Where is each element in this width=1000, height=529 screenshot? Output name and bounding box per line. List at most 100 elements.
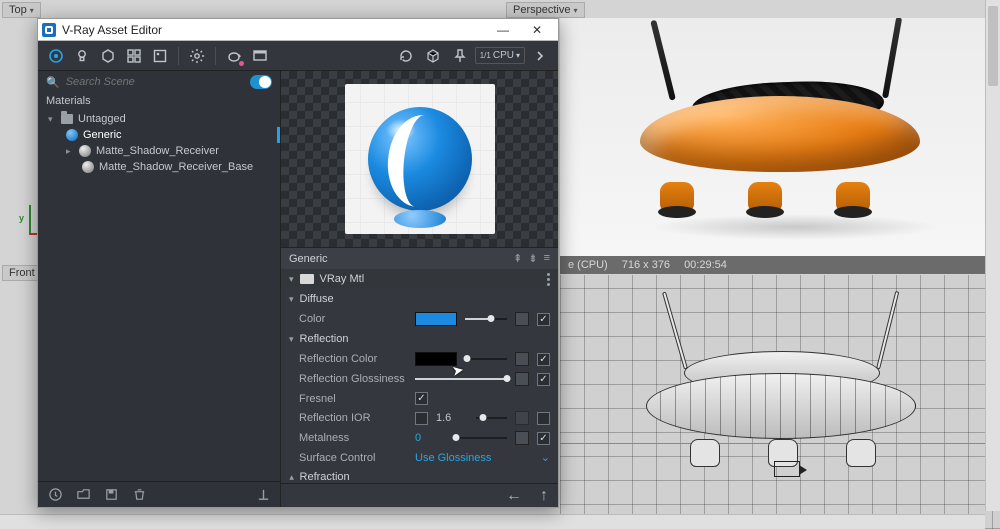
viewport-label-perspective[interactable]: Perspective ▾ — [506, 2, 585, 18]
preset-menu-icon[interactable]: ≡ — [544, 252, 550, 265]
search-input[interactable] — [66, 76, 244, 88]
param-enable-checkbox[interactable]: ✓ — [537, 353, 550, 366]
param-enable-checkbox[interactable]: ✓ — [537, 432, 550, 445]
frame-buffer-icon[interactable] — [248, 44, 272, 68]
material-item-generic[interactable]: Generic — [38, 127, 280, 143]
group-title: Reflection — [300, 333, 349, 345]
settings-icon[interactable] — [185, 44, 209, 68]
param-label: Metalness — [299, 432, 407, 444]
param-label: Fresnel — [299, 393, 407, 405]
minimize-button[interactable]: — — [486, 19, 520, 41]
perspective-viewport[interactable] — [560, 18, 1000, 256]
texture-map-button[interactable] — [515, 411, 529, 425]
slider-diffuse[interactable] — [465, 312, 507, 326]
surface-control-dropdown[interactable]: Use Glossiness — [415, 452, 491, 464]
tree-folder-untagged[interactable]: ▾ Untagged — [38, 111, 280, 127]
tree-footer — [38, 481, 280, 507]
viewport-top-text: Top — [9, 4, 27, 16]
slider-ior[interactable] — [476, 411, 507, 425]
delete-icon[interactable] — [130, 486, 148, 504]
param-enable-checkbox[interactable] — [537, 412, 550, 425]
material-item-matte-shadow[interactable]: ▸ Matte_Shadow_Receiver — [38, 143, 280, 159]
texture-map-button[interactable] — [515, 312, 529, 326]
textures-tab-icon[interactable] — [148, 44, 172, 68]
geometry-tab-icon[interactable] — [96, 44, 120, 68]
ior-lock-checkbox[interactable] — [415, 412, 428, 425]
materials-tab-icon[interactable] — [44, 44, 68, 68]
window-titlebar[interactable]: V-Ray Asset Editor — ✕ — [38, 19, 558, 41]
chevron-down-icon: ▾ — [573, 6, 577, 15]
chevron-down-icon: ▾ — [516, 51, 520, 60]
material-preview[interactable] — [281, 71, 558, 247]
pin-icon[interactable] — [448, 44, 472, 68]
chevron-down-icon: ▾ — [30, 6, 34, 15]
row-fresnel: Fresnel ✓ — [281, 389, 558, 408]
material-label: Matte_Shadow_Receiver_Base — [99, 161, 253, 173]
row-metalness: Metalness 0 ✓ — [281, 428, 558, 448]
window-title: V-Ray Asset Editor — [62, 23, 162, 37]
texture-map-button[interactable] — [515, 352, 529, 366]
preset-save-icon[interactable]: ⇞ — [513, 252, 522, 265]
up-icon[interactable]: ↑ — [540, 487, 548, 505]
preset-load-icon[interactable]: ⇟ — [528, 252, 537, 265]
more-icon[interactable] — [547, 273, 550, 286]
fresnel-checkbox[interactable]: ✓ — [415, 392, 428, 405]
param-label: Reflection Color — [299, 353, 407, 365]
parameters-pane: Generic ⇞ ⇟ ≡ ▾ VRay Mtl ▾Diffuse Color — [281, 71, 558, 507]
search-icon: 🔍 — [46, 76, 60, 89]
asset-editor-window: V-Ray Asset Editor — ✕ 1/1 CPU ▾ — [37, 18, 559, 508]
material-name-header: Generic ⇞ ⇟ ≡ — [281, 247, 558, 269]
cube-icon[interactable] — [421, 44, 445, 68]
slider-metalness[interactable] — [455, 431, 507, 445]
group-reflection[interactable]: ▾Reflection — [281, 329, 558, 349]
caret-right-icon: ▸ — [66, 146, 74, 157]
param-label: Surface Control — [299, 452, 407, 464]
status-time: 00:29:54 — [684, 259, 727, 271]
material-type-icon — [300, 274, 314, 284]
scrollbar-vertical[interactable] — [985, 0, 1000, 511]
preview-refresh-icon[interactable] — [394, 44, 418, 68]
ior-value[interactable]: 1.6 — [436, 412, 468, 424]
scrollbar-horizontal[interactable] — [0, 514, 985, 529]
slider-refl-color[interactable] — [465, 352, 507, 366]
chevron-down-icon[interactable]: ⌄ — [541, 451, 550, 464]
render-teapot-icon[interactable] — [222, 44, 246, 68]
group-refraction[interactable]: ▸Refraction — [281, 467, 558, 483]
color-swatch[interactable] — [415, 352, 457, 366]
add-material-icon[interactable] — [254, 486, 272, 504]
param-label: Reflection Glossiness — [299, 373, 407, 385]
viewport-label-top[interactable]: Top ▾ — [2, 2, 41, 18]
texture-map-button[interactable] — [515, 431, 529, 445]
viewport-front-text: Front — [9, 267, 35, 279]
material-type: VRay Mtl — [320, 273, 365, 285]
group-diffuse[interactable]: ▾Diffuse — [281, 289, 558, 309]
param-enable-checkbox[interactable]: ✓ — [537, 373, 550, 386]
back-icon[interactable]: ← — [506, 487, 522, 505]
caret-down-icon: ▾ — [48, 114, 56, 125]
metalness-value[interactable]: 0 — [415, 432, 447, 444]
param-enable-checkbox[interactable]: ✓ — [537, 313, 550, 326]
row-diffuse-color: Color ✓ — [281, 309, 558, 329]
group-title: Refraction — [300, 471, 350, 483]
material-item-matte-shadow-base[interactable]: Matte_Shadow_Receiver_Base — [38, 159, 280, 175]
close-button[interactable]: ✕ — [520, 19, 554, 41]
lights-tab-icon[interactable] — [70, 44, 94, 68]
save-icon[interactable] — [102, 486, 120, 504]
expand-panel-icon[interactable] — [528, 44, 552, 68]
material-ball-icon — [82, 161, 94, 173]
params-footer: ← ↑ — [281, 483, 558, 507]
purge-icon[interactable] — [46, 486, 64, 504]
material-type-row[interactable]: ▾ VRay Mtl — [281, 269, 558, 289]
slider-glossiness[interactable] — [415, 372, 507, 386]
row-reflection-color: Reflection Color ✓ — [281, 349, 558, 369]
color-swatch[interactable] — [415, 312, 457, 326]
material-label: Matte_Shadow_Receiver — [96, 145, 219, 157]
materials-tree: ▾ Untagged Generic ▸ Matte_Shadow_Receiv… — [38, 111, 280, 175]
material-ball-icon — [66, 129, 78, 141]
open-icon[interactable] — [74, 486, 92, 504]
render-elements-tab-icon[interactable] — [122, 44, 146, 68]
front-viewport[interactable] — [560, 275, 1000, 529]
texture-map-button[interactable] — [515, 372, 529, 386]
cpu-indicator[interactable]: 1/1 CPU ▾ — [475, 47, 525, 64]
preview-toggle[interactable] — [250, 75, 272, 89]
